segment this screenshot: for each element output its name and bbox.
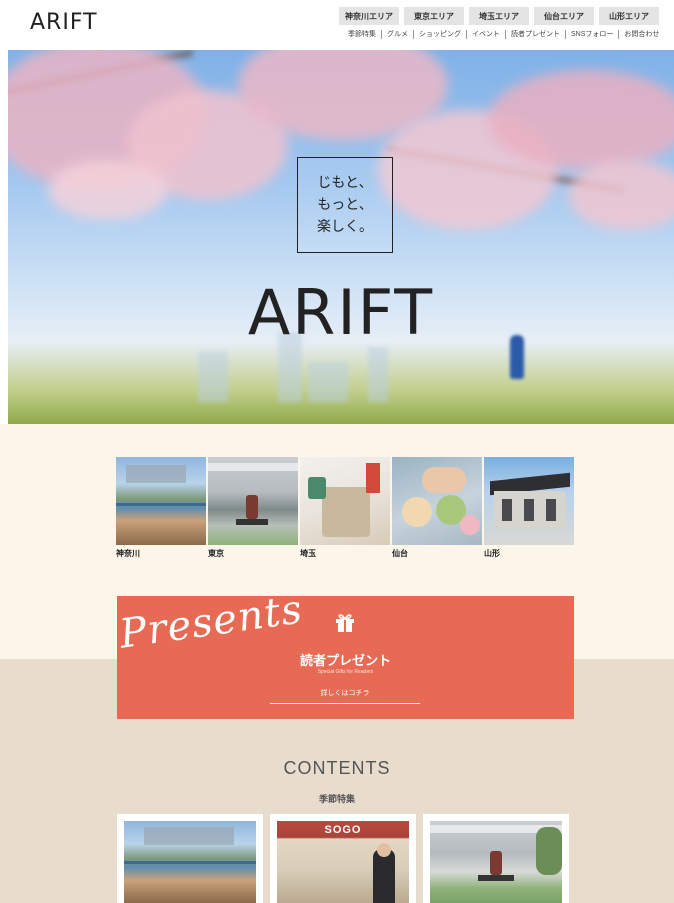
area-card-tokyo[interactable]: 東京 <box>208 457 298 560</box>
tagline-line-2: もっと、 <box>317 197 373 213</box>
feature-card-3[interactable] <box>423 814 569 903</box>
presents-title: 読者プレゼント <box>299 653 391 668</box>
subnav-sns[interactable]: SNSフォロー <box>566 30 620 39</box>
area-label: 山形 <box>484 549 500 558</box>
presents-banner[interactable]: Presents 読者プレゼント Special Gifts for Reade… <box>117 586 574 719</box>
area-tab-sendai[interactable]: 仙台エリア <box>534 7 594 25</box>
feature-card-list: SOGO <box>117 814 569 903</box>
feature-image <box>430 821 562 903</box>
blossom-shape <box>568 160 674 230</box>
tagline-line-3: 楽しく。 <box>317 219 373 235</box>
feature-card-2[interactable]: SOGO <box>270 814 416 903</box>
subnav-shopping[interactable]: ショッピング <box>414 30 467 39</box>
area-image <box>116 457 206 545</box>
area-label: 東京 <box>208 549 224 558</box>
hero-tagline: じもと、 もっと、 楽しく。 <box>297 157 393 253</box>
building-shape <box>368 347 388 402</box>
area-image <box>392 457 482 545</box>
area-card-yamagata[interactable]: 山形 <box>484 457 574 560</box>
site-logo[interactable]: ARIFT <box>30 10 98 35</box>
building-shape <box>308 362 348 402</box>
subnav-gourmet[interactable]: グルメ <box>382 30 414 39</box>
subnav-contact[interactable]: お問合わせ <box>619 30 659 39</box>
area-image <box>484 457 574 545</box>
tagline-line-1: じもと、 <box>317 175 373 191</box>
feature-image: SOGO <box>277 821 409 903</box>
gift-icon <box>336 614 354 632</box>
area-image <box>300 457 390 545</box>
feature-image <box>124 821 256 903</box>
presents-more-link[interactable]: 詳しくはコチラ <box>270 684 420 704</box>
area-card-list: 神奈川 東京 埼玉 仙台 山形 <box>116 457 574 560</box>
site-header: ARIFT 神奈川エリア 東京エリア 埼玉エリア 仙台エリア 山形エリア 季節特… <box>0 0 674 50</box>
area-tab-bar: 神奈川エリア 東京エリア 埼玉エリア 仙台エリア 山形エリア <box>339 7 659 25</box>
area-tab-kanagawa[interactable]: 神奈川エリア <box>339 7 399 25</box>
contents-heading: CONTENTS <box>283 758 391 778</box>
subnav-event[interactable]: イベント <box>467 30 506 39</box>
area-tab-yamagata[interactable]: 山形エリア <box>599 7 659 25</box>
subnav-seasonal[interactable]: 季節特集 <box>343 30 382 39</box>
presents-subtitle: Special Gifts for Readers <box>317 669 374 675</box>
blossom-shape <box>488 70 674 170</box>
sogo-sign: SOGO <box>324 824 362 836</box>
sub-navigation: 季節特集 グルメ ショッピング イベント 読者プレゼント SNSフォロー お問合… <box>343 30 659 39</box>
area-card-kanagawa[interactable]: 神奈川 <box>116 457 206 560</box>
building-shape <box>198 352 228 402</box>
area-label: 埼玉 <box>300 549 316 558</box>
hero-title: ARIFT <box>247 276 435 349</box>
area-card-saitama[interactable]: 埼玉 <box>300 457 390 560</box>
hero-banner: じもと、 もっと、 楽しく。 ARIFT <box>8 50 674 424</box>
area-card-sendai[interactable]: 仙台 <box>392 457 482 560</box>
area-tab-saitama[interactable]: 埼玉エリア <box>469 7 529 25</box>
presents-script-text: Presents <box>116 586 306 658</box>
blossom-shape <box>48 160 168 220</box>
subnav-present[interactable]: 読者プレゼント <box>506 30 566 39</box>
area-image <box>208 457 298 545</box>
area-label: 仙台 <box>392 549 408 558</box>
contents-subheading: 季節特集 <box>318 794 355 804</box>
area-label: 神奈川 <box>116 549 140 558</box>
feature-card-1[interactable] <box>117 814 263 903</box>
area-tab-tokyo[interactable]: 東京エリア <box>404 7 464 25</box>
